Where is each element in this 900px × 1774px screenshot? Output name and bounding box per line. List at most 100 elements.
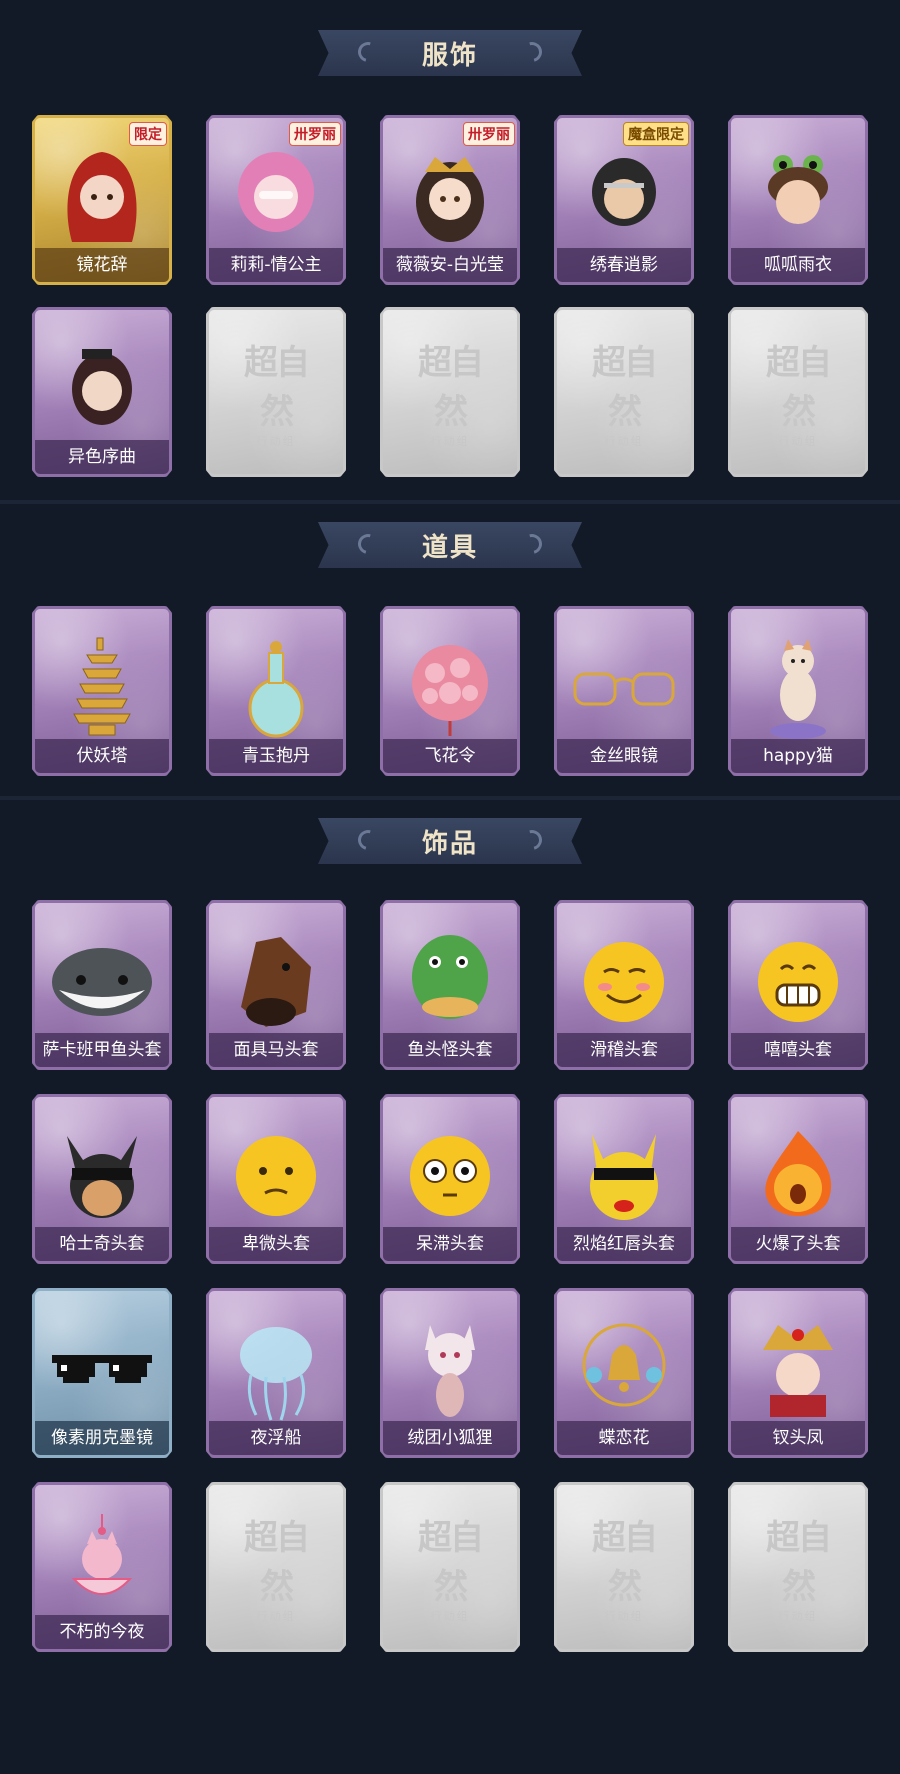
- item-card[interactable]: 鱼头怪头套: [380, 900, 520, 1070]
- fire-head-icon: [753, 1126, 843, 1226]
- swordsman-icon: [579, 147, 669, 247]
- placeholder-logo-title: 超自然: [766, 1518, 832, 1607]
- item-name: 哈士奇头套: [35, 1227, 169, 1261]
- cat-figurine-icon: [758, 633, 838, 743]
- section-banner-costumes: 服饰: [318, 30, 582, 76]
- item-card[interactable]: 金丝眼镜: [554, 606, 694, 776]
- placeholder-logo: 超自然 行动组: [765, 335, 832, 449]
- empty-slot-card[interactable]: 超自然 行动组: [554, 1482, 694, 1652]
- card-grid: 镜花辞 限定 莉莉-情公主 卅罗丽 薇薇安-白光莹 卅罗丽 绣春逍影 魔盒限定呱呱雨衣异色序曲…: [32, 115, 868, 477]
- placeholder-logo-subtitle: 行动组: [778, 435, 818, 448]
- placeholder-logo-title: 超自然: [244, 1518, 310, 1607]
- item-card[interactable]: 滑稽头套: [554, 900, 694, 1070]
- item-name: 呱呱雨衣: [731, 248, 865, 282]
- item-card[interactable]: 伏妖塔: [32, 606, 172, 776]
- item-name: 萨卡班甲鱼头套: [35, 1033, 169, 1067]
- pink-hair-girl-icon: [231, 147, 321, 247]
- flower-ball-icon: [400, 638, 500, 738]
- placeholder-logo: 超自然 行动组: [243, 1510, 310, 1624]
- section-title: 服饰: [421, 40, 478, 71]
- item-card[interactable]: 面具马头套: [206, 900, 346, 1070]
- fox-plush-icon: [410, 1315, 490, 1425]
- green-fish-head-icon: [400, 932, 500, 1032]
- item-card[interactable]: 嘻嘻头套: [728, 900, 868, 1070]
- horse-head-icon: [226, 932, 326, 1032]
- placeholder-logo: 超自然 行动组: [417, 335, 484, 449]
- section-costumes: 服饰 镜花辞 限定 莉莉-情公主 卅罗丽 薇薇安-白光莹 卅罗丽 绣春逍影 魔盒限定呱呱雨衣异…: [0, 0, 900, 500]
- item-name: 不朽的今夜: [35, 1615, 169, 1649]
- pagoda-icon: [67, 633, 137, 743]
- item-name: 滑稽头套: [557, 1033, 691, 1067]
- item-tag-badge: 卅罗丽: [289, 122, 341, 146]
- placeholder-logo-title: 超自然: [766, 343, 832, 432]
- empty-slot-card[interactable]: 超自然 行动组: [728, 307, 868, 477]
- item-card[interactable]: 绒团小狐狸: [380, 1288, 520, 1458]
- item-card[interactable]: 飞花令: [380, 606, 520, 776]
- item-card[interactable]: 卑微头套: [206, 1094, 346, 1264]
- empty-slot-card[interactable]: 超自然 行动组: [206, 1482, 346, 1652]
- pink-fox-bowl-icon: [52, 1509, 152, 1619]
- curl-ornament-icon: [518, 826, 546, 854]
- item-name: 火爆了头套: [731, 1227, 865, 1261]
- placeholder-logo: 超自然 行动组: [417, 1510, 484, 1624]
- placeholder-logo-title: 超自然: [418, 343, 484, 432]
- item-name: 镜花辞: [35, 248, 169, 282]
- empty-slot-card[interactable]: 超自然 行动组: [728, 1482, 868, 1652]
- item-card[interactable]: 夜浮船: [206, 1288, 346, 1458]
- dazed-emoji-icon: [405, 1131, 495, 1221]
- item-card[interactable]: 蝶恋花: [554, 1288, 694, 1458]
- item-card[interactable]: 烈焰红唇头套: [554, 1094, 694, 1264]
- placeholder-logo: 超自然 行动组: [243, 335, 310, 449]
- item-name: 飞花令: [383, 739, 517, 773]
- item-card[interactable]: 青玉抱丹: [206, 606, 346, 776]
- item-name: 伏妖塔: [35, 739, 169, 773]
- item-card[interactable]: 哈士奇头套: [32, 1094, 172, 1264]
- item-card[interactable]: happy猫: [728, 606, 868, 776]
- glasses-icon: [569, 658, 679, 718]
- curl-ornament-icon: [354, 530, 382, 558]
- item-card[interactable]: 镜花辞 限定: [32, 115, 172, 285]
- placeholder-logo-subtitle: 行动组: [778, 1610, 818, 1623]
- fish-head-icon: [47, 942, 157, 1022]
- empty-slot-card[interactable]: 超自然 行动组: [380, 307, 520, 477]
- card-grid: 伏妖塔 青玉抱丹 飞花令 金丝眼镜 happy猫: [32, 606, 868, 776]
- item-card[interactable]: 绣春逍影 魔盒限定: [554, 115, 694, 285]
- item-card[interactable]: 不朽的今夜: [32, 1482, 172, 1652]
- item-card[interactable]: 异色序曲: [32, 307, 172, 477]
- placeholder-logo-title: 超自然: [244, 343, 310, 432]
- section-props: 道具 伏妖塔 青玉抱丹 飞花令 金丝眼镜 happy猫: [0, 500, 900, 796]
- item-name: 异色序曲: [35, 440, 169, 474]
- placeholder-logo: 超自然 行动组: [591, 1510, 658, 1624]
- placeholder-logo-subtitle: 行动组: [604, 435, 644, 448]
- item-card[interactable]: 火爆了头套: [728, 1094, 868, 1264]
- item-name: 像素朋克墨镜: [35, 1421, 169, 1455]
- smirk-emoji-icon: [579, 937, 669, 1027]
- placeholder-logo-subtitle: 行动组: [256, 1610, 296, 1623]
- section-title: 道具: [421, 532, 478, 563]
- golden-crown-girl-icon: [405, 147, 495, 247]
- item-card[interactable]: 呱呱雨衣: [728, 115, 868, 285]
- placeholder-logo-subtitle: 行动组: [430, 1610, 470, 1623]
- item-name: 蝶恋花: [557, 1421, 691, 1455]
- item-name: 嘻嘻头套: [731, 1033, 865, 1067]
- item-name: 钗头凤: [731, 1421, 865, 1455]
- pikachu-head-icon: [574, 1126, 674, 1226]
- gothic-girl-icon: [57, 339, 147, 439]
- item-card[interactable]: 钗头凤: [728, 1288, 868, 1458]
- empty-slot-card[interactable]: 超自然 行动组: [206, 307, 346, 477]
- curl-ornament-icon: [354, 826, 382, 854]
- husky-head-icon: [52, 1126, 152, 1226]
- item-card[interactable]: 莉莉-情公主 卅罗丽: [206, 115, 346, 285]
- empty-slot-card[interactable]: 超自然 行动组: [554, 307, 694, 477]
- item-name: 绣春逍影: [557, 248, 691, 282]
- item-card[interactable]: 萨卡班甲鱼头套: [32, 900, 172, 1070]
- item-tag-badge: 卅罗丽: [463, 122, 515, 146]
- placeholder-logo: 超自然 行动组: [765, 1510, 832, 1624]
- item-card[interactable]: 像素朋克墨镜: [32, 1288, 172, 1458]
- item-name: 绒团小狐狸: [383, 1421, 517, 1455]
- red-hood-girl-icon: [57, 147, 147, 247]
- item-card[interactable]: 呆滞头套: [380, 1094, 520, 1264]
- empty-slot-card[interactable]: 超自然 行动组: [380, 1482, 520, 1652]
- item-card[interactable]: 薇薇安-白光莹 卅罗丽: [380, 115, 520, 285]
- item-name: happy猫: [731, 739, 865, 773]
